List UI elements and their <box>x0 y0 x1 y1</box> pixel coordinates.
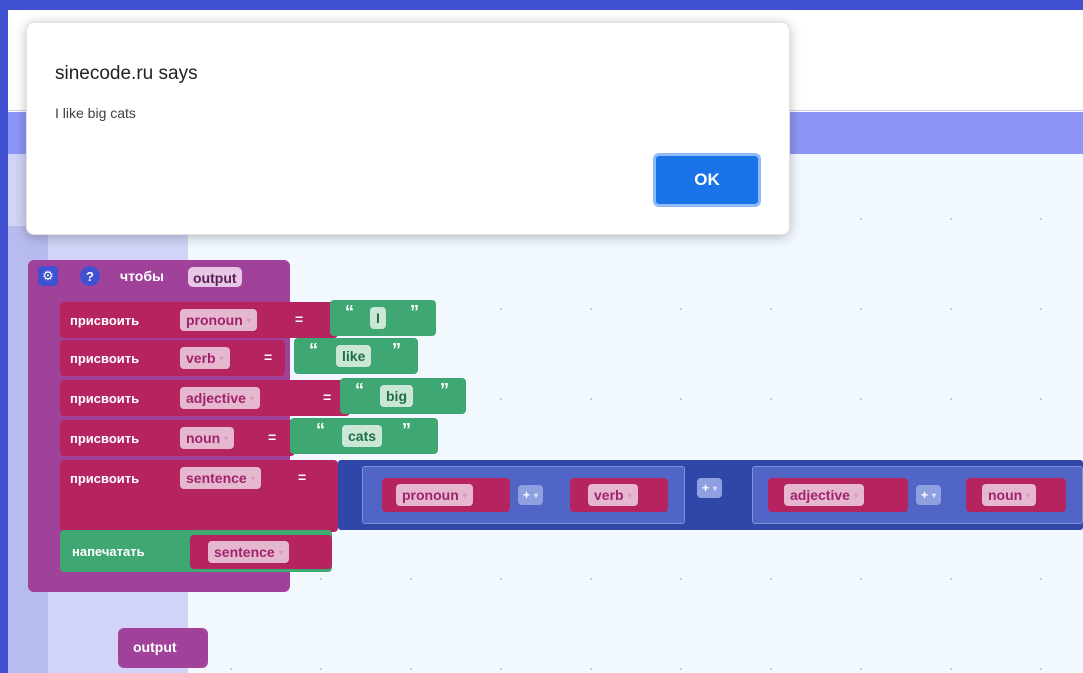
var-dropdown-noun[interactable]: noun ▾ <box>982 484 1037 506</box>
text-value[interactable]: big <box>380 385 413 407</box>
close-quote: ” <box>410 302 419 322</box>
var-dropdown-sentence[interactable]: sentence ▾ <box>180 467 261 489</box>
dialog-message: I like big cats <box>55 105 136 121</box>
equals-sign: = <box>264 349 273 365</box>
close-quote: ” <box>440 380 449 400</box>
gear-icon[interactable]: ⚙ <box>38 266 58 286</box>
equals-sign: = <box>298 469 307 485</box>
var-block-noun[interactable]: noun ▾ <box>966 478 1066 512</box>
var-dropdown-sentence[interactable]: sentence ▾ <box>208 541 289 563</box>
window-frame-left <box>0 0 8 673</box>
var-block-verb[interactable]: verb ▾ <box>570 478 668 512</box>
set-label: присвоить <box>70 391 140 406</box>
dialog-title: sinecode.ru says <box>55 63 198 84</box>
window-frame-top <box>0 0 1083 10</box>
text-value[interactable]: I <box>370 307 386 329</box>
var-block-sentence[interactable]: sentence ▾ <box>190 535 332 569</box>
var-dropdown-noun[interactable]: noun ▾ <box>180 427 235 449</box>
text-block-cats[interactable]: “ cats ” <box>290 418 438 454</box>
text-value[interactable]: like <box>336 345 372 367</box>
var-dropdown-adjective[interactable]: adjective ▾ <box>784 484 864 506</box>
equals-sign: = <box>295 311 304 327</box>
equals-sign: = <box>268 429 277 445</box>
help-icon[interactable]: ? <box>80 266 100 286</box>
var-block-adjective[interactable]: adjective ▾ <box>768 478 908 512</box>
text-block-big[interactable]: “ big ” <box>340 378 466 414</box>
var-dropdown-verb[interactable]: verb ▾ <box>588 484 638 506</box>
text-block-like[interactable]: “ like ” <box>294 338 418 374</box>
set-label: присвоить <box>70 431 140 446</box>
var-dropdown-adjective[interactable]: adjective ▾ <box>180 387 260 409</box>
open-quote: “ <box>316 420 325 440</box>
var-block-pronoun[interactable]: pronoun ▾ <box>382 478 510 512</box>
alert-dialog: sinecode.ru says I like big cats OK <box>26 22 790 235</box>
close-quote: ” <box>402 420 411 440</box>
var-dropdown-pronoun[interactable]: pronoun ▾ <box>180 309 257 331</box>
text-block-I[interactable]: “ I ” <box>330 300 436 336</box>
set-label: присвоить <box>70 351 140 366</box>
set-label: присвоить <box>70 471 140 486</box>
procedure-keyword: чтобы <box>120 268 164 284</box>
operator-dropdown[interactable]: + ▾ <box>916 485 942 505</box>
text-value[interactable]: cats <box>342 425 383 447</box>
open-quote: “ <box>355 380 364 400</box>
ok-button[interactable]: OK <box>653 153 761 207</box>
close-quote: ” <box>392 340 401 360</box>
print-label: напечатать <box>72 544 145 559</box>
equals-sign: = <box>323 389 332 405</box>
open-quote: “ <box>345 302 354 322</box>
procedure-name-field[interactable]: output <box>188 267 242 287</box>
var-dropdown-pronoun[interactable]: pronoun ▾ <box>396 484 473 506</box>
call-output-block[interactable]: output <box>118 628 208 668</box>
operator-dropdown[interactable]: + ▾ <box>697 478 723 498</box>
set-label: присвоить <box>70 313 140 328</box>
var-dropdown-verb[interactable]: verb ▾ <box>180 347 230 369</box>
open-quote: “ <box>309 340 318 360</box>
operator-dropdown[interactable]: + ▾ <box>518 485 544 505</box>
